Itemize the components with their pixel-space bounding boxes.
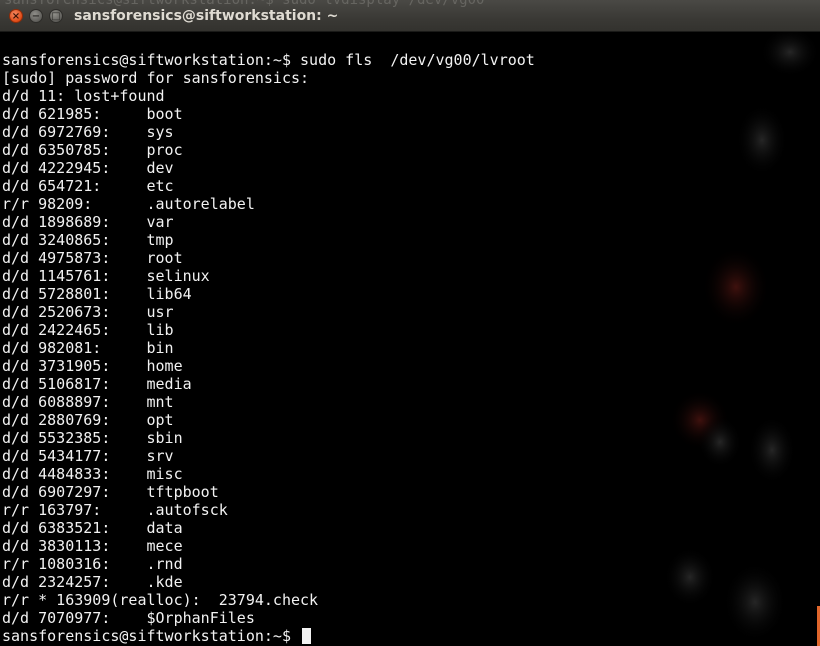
terminal-line: r/r 1080316: .rnd — [2, 555, 183, 573]
close-button[interactable]: × — [9, 9, 23, 23]
terminal-line: d/d 4975873: root — [2, 249, 183, 267]
text-cursor — [302, 628, 312, 644]
ghost-command-text: sansforensics@siftworkstation:~$ sudo lv… — [4, 0, 485, 8]
terminal-line: d/d 2422465: lib — [2, 321, 174, 339]
maximize-button[interactable]: □ — [49, 9, 63, 23]
terminal-line: [sudo] password for sansforensics: — [2, 69, 310, 87]
title-bar[interactable]: sansforensics@siftworkstation:~$ sudo lv… — [0, 0, 820, 32]
terminal-line: d/d 11: lost+found — [2, 87, 165, 105]
terminal-line: d/d 1898689: var — [2, 213, 174, 231]
terminal-line: d/d 2324257: .kde — [2, 573, 183, 591]
terminal-line: d/d 6088897: mnt — [2, 393, 174, 411]
terminal-line: d/d 6383521: data — [2, 519, 183, 537]
terminal-line: r/r 163797: .autofsck — [2, 501, 228, 519]
terminal-line: d/d 2520673: usr — [2, 303, 174, 321]
shell-prompt-line[interactable]: sansforensics@siftworkstation:~$ — [2, 627, 535, 645]
terminal-line: d/d 654721: etc — [2, 177, 174, 195]
terminal-line: d/d 1145761: selinux — [2, 267, 210, 285]
shell-prompt: sansforensics@siftworkstation:~$ — [2, 627, 301, 645]
terminal-line: d/d 6350785: proc — [2, 141, 183, 159]
terminal-output-area[interactable]: sansforensics@siftworkstation:~$ sudo fl… — [0, 32, 820, 646]
terminal-line: d/d 2880769: opt — [2, 411, 174, 429]
terminal-line: d/d 6907297: tftpboot — [2, 483, 219, 501]
terminal-line: r/r 98209: .autorelabel — [2, 195, 255, 213]
terminal-line: d/d 7070977: $OrphanFiles — [2, 609, 255, 627]
terminal-line: d/d 621985: boot — [2, 105, 183, 123]
terminal-line: d/d 5434177: srv — [2, 447, 174, 465]
window-title: sansforensics@siftworkstation: ~ — [74, 8, 339, 24]
terminal-line: d/d 5106817: media — [2, 375, 192, 393]
terminal-line: d/d 6972769: sys — [2, 123, 174, 141]
terminal-line: d/d 3240865: tmp — [2, 231, 174, 249]
terminal-line: d/d 4484833: misc — [2, 465, 183, 483]
terminal-lines: sansforensics@siftworkstation:~$ sudo fl… — [2, 51, 535, 645]
terminal-line: sansforensics@siftworkstation:~$ sudo fl… — [2, 51, 535, 69]
minimize-button[interactable]: − — [29, 9, 43, 23]
terminal-line: d/d 5532385: sbin — [2, 429, 183, 447]
terminal-window: sansforensics@siftworkstation:~$ sudo lv… — [0, 0, 820, 646]
terminal-line: d/d 4222945: dev — [2, 159, 174, 177]
terminal-line: d/d 3731905: home — [2, 357, 183, 375]
terminal-line: r/r * 163909(realloc): 23794.check — [2, 591, 319, 609]
terminal-line: d/d 982081: bin — [2, 339, 174, 357]
terminal-line: d/d 3830113: mece — [2, 537, 183, 555]
terminal-line: d/d 5728801: lib64 — [2, 285, 192, 303]
